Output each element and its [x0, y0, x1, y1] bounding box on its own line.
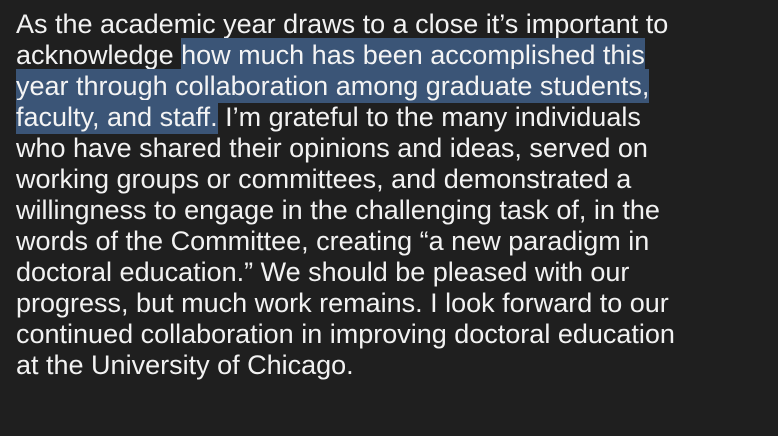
text-line[interactable]: continued collaboration in improving doc… — [16, 319, 774, 350]
text-line[interactable]: doctoral education.” We should be please… — [16, 257, 774, 288]
selected-text: year through collaboration among graduat… — [16, 69, 650, 103]
text-line[interactable]: words of the Committee, creating “a new … — [16, 226, 774, 257]
text-line[interactable]: willingness to engage in the challenging… — [16, 195, 774, 226]
text-line[interactable]: faculty, and staff. I’m grateful to the … — [16, 100, 774, 134]
line-text: doctoral education.” We should be please… — [16, 257, 630, 287]
line-text: As the academic year draws to a close it… — [16, 9, 669, 39]
text-line[interactable]: progress, but much work remains. I look … — [16, 288, 774, 319]
line-text: I’m grateful to the many individuals — [217, 102, 641, 132]
paragraph[interactable]: As the academic year draws to a close it… — [16, 9, 774, 381]
line-text: acknowledge — [16, 40, 182, 70]
line-text: willingness to engage in the challenging… — [16, 195, 660, 225]
text-line[interactable]: working groups or committees, and demons… — [16, 164, 774, 195]
line-text: working groups or committees, and demons… — [16, 164, 632, 194]
line-text: who have shared their opinions and ideas… — [16, 133, 648, 163]
line-text: continued collaboration in improving doc… — [16, 319, 675, 349]
line-text: words of the Committee, creating “a new … — [16, 226, 650, 256]
selected-text: faculty, and staff. — [16, 100, 218, 134]
text-line[interactable]: year through collaboration among graduat… — [16, 69, 774, 103]
line-text: at the University of Chicago. — [16, 350, 354, 380]
text-line[interactable]: who have shared their opinions and ideas… — [16, 133, 774, 164]
text-line[interactable]: at the University of Chicago. — [16, 350, 774, 381]
text-line[interactable]: As the academic year draws to a close it… — [16, 9, 774, 40]
selected-text: how much has been accomplished this — [181, 38, 645, 72]
text-line[interactable]: acknowledge how much has been accomplish… — [16, 38, 774, 72]
document-viewport: As the academic year draws to a close it… — [0, 0, 778, 436]
line-text: progress, but much work remains. I look … — [16, 288, 669, 318]
